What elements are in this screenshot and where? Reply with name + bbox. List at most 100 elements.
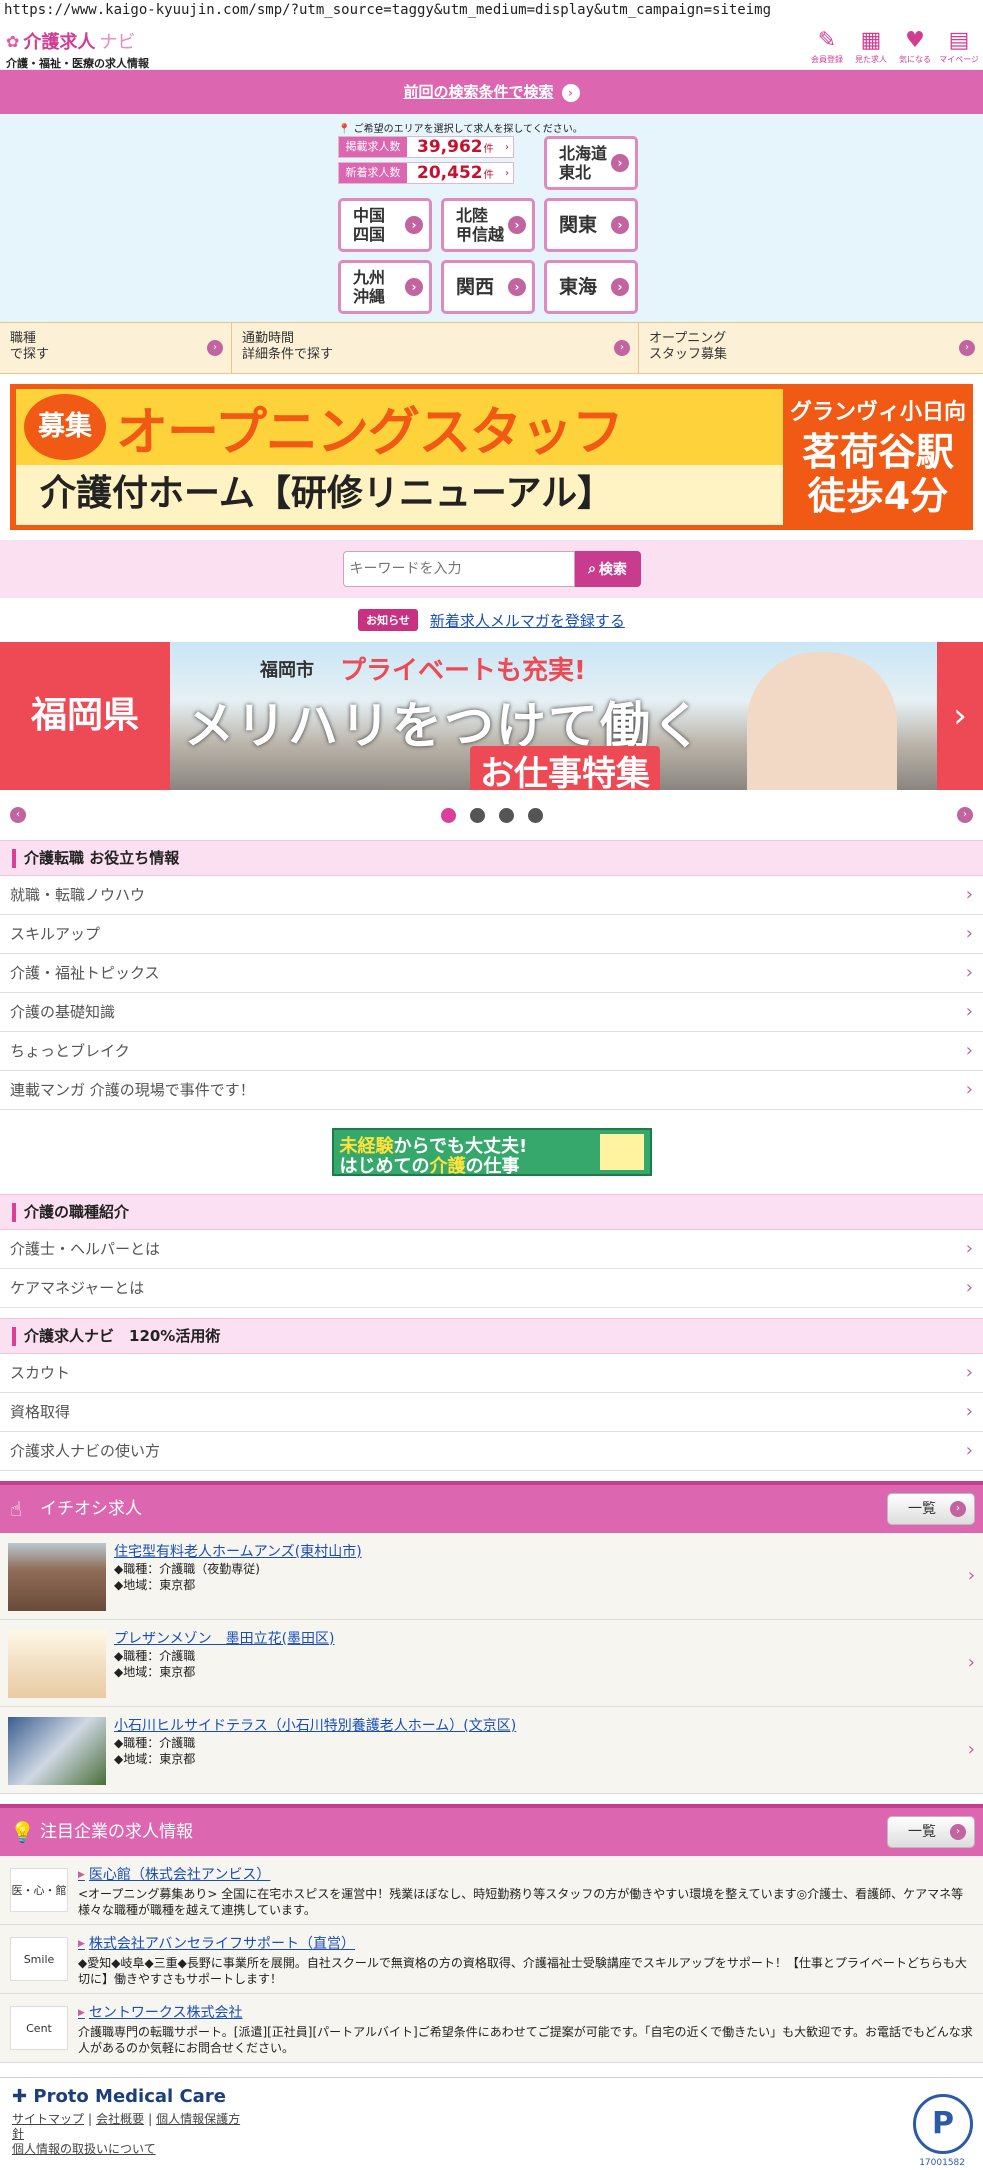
viewed-jobs-button[interactable]: ▦ 見た求人 [851, 28, 891, 65]
list-item[interactable]: 就職・転職ノウハウ › [0, 876, 983, 915]
chevron-right-icon: › [965, 1277, 973, 1298]
company-item[interactable]: Cent セントワークス株式会社 介護職専門の転職サポート。[派遣][正社員][… [0, 1994, 983, 2063]
company-logo: Cent [10, 2006, 68, 2050]
area-button-chugoku-shikoku[interactable]: 中国 四国 › [338, 198, 432, 252]
register-button[interactable]: ✎ 会員登録 [807, 28, 847, 65]
mypage-button[interactable]: ▤ マイページ [939, 28, 979, 65]
next-slide-arrow-icon[interactable]: › [937, 642, 983, 790]
job-item[interactable]: 住宅型有料老人ホームアンズ(東村山市) ◆職種：介護職（夜勤専従) ◆地域：東京都… [0, 1533, 983, 1620]
list-item[interactable]: スキルアップ › [0, 915, 983, 954]
fukuoka-feature-banner[interactable]: 福岡県 福岡市 プライベートも充実! メリハリをつけて働く お仕事特集 › [0, 642, 983, 790]
section-title-jobs-intro: 介護の職種紹介 [0, 1194, 983, 1230]
carousel-dot[interactable] [498, 807, 514, 823]
logo-subtitle: 介護・福祉・医療の求人情報 [6, 57, 149, 70]
company-description: ◆愛知◆岐阜◆三重◆長野に事業所を展開。自社スクールで無資格の方の資格取得、介護… [78, 1956, 967, 1986]
company-link[interactable]: 会社概要 [96, 2112, 144, 2126]
company-name-link[interactable]: 医心館（株式会社アンビス） [78, 1867, 270, 1883]
newsletter-link[interactable]: 新着求人メルマガを登録する [430, 610, 625, 631]
logo-main-text: 介護求人 [23, 32, 96, 53]
people-image [747, 652, 897, 790]
category-links: 職種 で探す › 通勤時間 詳細条件で探す › オープニング スタッフ募集 › [0, 322, 983, 374]
job-title-link[interactable]: プレザンメゾン 墨田立花(墨田区) [114, 1628, 335, 1648]
carousel-dot[interactable] [440, 807, 456, 823]
chevron-right-icon: › [965, 923, 973, 944]
logo-navi-text: ナビ [99, 32, 136, 53]
job-title-link[interactable]: 住宅型有料老人ホームアンズ(東村山市) [114, 1541, 362, 1561]
area-button-hokuriku-koshinetsu[interactable]: 北陸 甲信越 › [441, 198, 535, 252]
chevron-right-icon: › [965, 1362, 973, 1383]
category-opening-staff[interactable]: オープニング スタッフ募集 › [639, 323, 983, 373]
category-commute-time[interactable]: 通勤時間 詳細条件で探す › [232, 323, 639, 373]
new-jobs-count[interactable]: 新着求人数 20,452 件 › [338, 162, 514, 184]
notice-tag: お知らせ [358, 609, 418, 631]
company-item[interactable]: 医・心・館 医心館（株式会社アンビス） <オープニング募集あり> 全国に在宅ホス… [0, 1856, 983, 1925]
area-button-hokkaido-tohoku[interactable]: 北海道 東北 › [544, 136, 638, 190]
company-logo: Smile [10, 1937, 68, 1981]
job-item[interactable]: 小石川ヒルサイドテラス（小石川特別養護老人ホーム）(文京区) ◆職種：介護職 ◆地… [0, 1707, 983, 1794]
list-item[interactable]: 介護の基礎知識 › [0, 993, 983, 1032]
companies-list-button[interactable]: 一覧 › [887, 1816, 975, 1848]
prev-slide-icon[interactable]: ‹ [10, 807, 26, 823]
footer-links: サイトマップ | 会社概要 | 個人情報保護方針 個人情報の取扱いについて [12, 2112, 241, 2156]
area-button-kanto[interactable]: 関東 › [544, 198, 638, 252]
footer-logo[interactable]: ✚ Proto Medical Care [12, 2086, 226, 2107]
chevron-right-icon: › [405, 278, 423, 296]
list-item[interactable]: 連載マンガ 介護の現場で事件です！ › [0, 1071, 983, 1110]
chevron-right-icon: › [611, 154, 629, 172]
company-description: 介護職専門の転職サポート。[派遣][正社員][パートアルバイト]ご希望条件にあわ… [78, 2025, 973, 2055]
beginner-banner[interactable]: 未経験からでも大丈夫! はじめての介護の仕事 [331, 1128, 652, 1177]
carousel-dot[interactable] [469, 807, 485, 823]
carousel-dot[interactable] [527, 807, 543, 823]
url-bar[interactable]: https://www.kaigo-kyuujin.com/smp/?utm_s… [0, 0, 983, 22]
chevron-right-icon: › [967, 1739, 975, 1760]
area-selector: 📍 ご希望のエリアを選択して求人を探してください。 掲載求人数 39,962 件 › … [0, 114, 983, 322]
privacy-mark-icon: P [913, 2094, 973, 2154]
search-button[interactable]: ⌕ 検索 [574, 551, 641, 587]
companies-header: 💡 注目企業の求人情報 一覧 › [0, 1804, 983, 1856]
list-item[interactable]: 介護求人ナビの使い方 › [0, 1432, 983, 1471]
featured-list-button[interactable]: 一覧 › [887, 1493, 975, 1525]
chevron-right-icon: › [405, 216, 423, 234]
header-icons: ✎ 会員登録 ▦ 見た求人 ♥ 気になる ▤ マイページ [807, 28, 979, 65]
chevron-right-icon: › [965, 884, 973, 905]
area-note: 📍 ご希望のエリアを選択して求人を探してください。 [338, 124, 583, 135]
favorites-button[interactable]: ♥ 気になる [895, 28, 935, 65]
company-name-link[interactable]: 株式会社アバンセライフサポート（直営） [78, 1936, 355, 1952]
company-logo: 医・心・館 [10, 1868, 68, 1912]
area-button-kansai[interactable]: 関西 › [441, 260, 535, 314]
company-name-link[interactable]: セントワークス株式会社 [78, 2005, 243, 2021]
job-item[interactable]: プレザンメゾン 墨田立花(墨田区) ◆職種：介護職 ◆地域：東京都 › [0, 1620, 983, 1707]
keyword-input[interactable] [342, 551, 575, 587]
job-title-link[interactable]: 小石川ヒルサイドテラス（小石川特別養護老人ホーム）(文京区) [114, 1715, 516, 1735]
chevron-right-icon: › [561, 83, 580, 102]
sitemap-link[interactable]: サイトマップ [12, 2112, 84, 2126]
list-item[interactable]: 資格取得 › [0, 1393, 983, 1432]
keyword-search: ⌕検索 [0, 540, 983, 598]
previous-search-button[interactable]: 前回の検索条件で検索 › [0, 70, 983, 114]
chevron-right-icon: › [965, 1238, 973, 1259]
chevron-right-icon: › [508, 278, 526, 296]
job-thumbnail [8, 1543, 106, 1611]
list-item[interactable]: スカウト › [0, 1354, 983, 1393]
facility-name: グランヴィ小日向 [789, 400, 966, 425]
list-item[interactable]: ケアマネジャーとは › [0, 1269, 983, 1308]
site-footer: ✚ Proto Medical Care サイトマップ | 会社概要 | 個人情報保護方… [0, 2077, 983, 2170]
category-job-type[interactable]: 職種 で探す › [0, 323, 232, 373]
area-button-tokai[interactable]: 東海 › [544, 260, 638, 314]
section-title-tips: 介護転職 お役立ち情報 [0, 840, 983, 876]
pencil-icon: ✎ [817, 28, 837, 53]
banner-image [599, 1134, 644, 1170]
opening-staff-banner[interactable]: 募集 オープニングスタッフ 介護付ホーム【研修リニューアル】 グランヴィ小日向 … [10, 384, 973, 530]
next-slide-icon[interactable]: › [957, 807, 973, 823]
list-item[interactable]: ちょっとブレイク › [0, 1032, 983, 1071]
company-item[interactable]: Smile 株式会社アバンセライフサポート（直営） ◆愛知◆岐阜◆三重◆長野に事… [0, 1925, 983, 1994]
list-item[interactable]: 介護・福祉トピックス › [0, 954, 983, 993]
list-item[interactable]: 介護士・ヘルパーとは › [0, 1230, 983, 1269]
chevron-right-icon: › [207, 340, 223, 356]
area-button-kyushu-okinawa[interactable]: 九州 沖縄 › [338, 260, 432, 314]
privacy-handling-link[interactable]: 個人情報の取扱いについて [12, 2142, 156, 2156]
site-logo[interactable]: ✿ 介護求人 ナビ 介護・福祉・医療の求人情報 [6, 28, 149, 71]
chevron-right-icon: › [965, 1079, 973, 1100]
cross-icon: ✚ [12, 2086, 28, 2107]
total-jobs-count[interactable]: 掲載求人数 39,962 件 › [338, 136, 514, 158]
